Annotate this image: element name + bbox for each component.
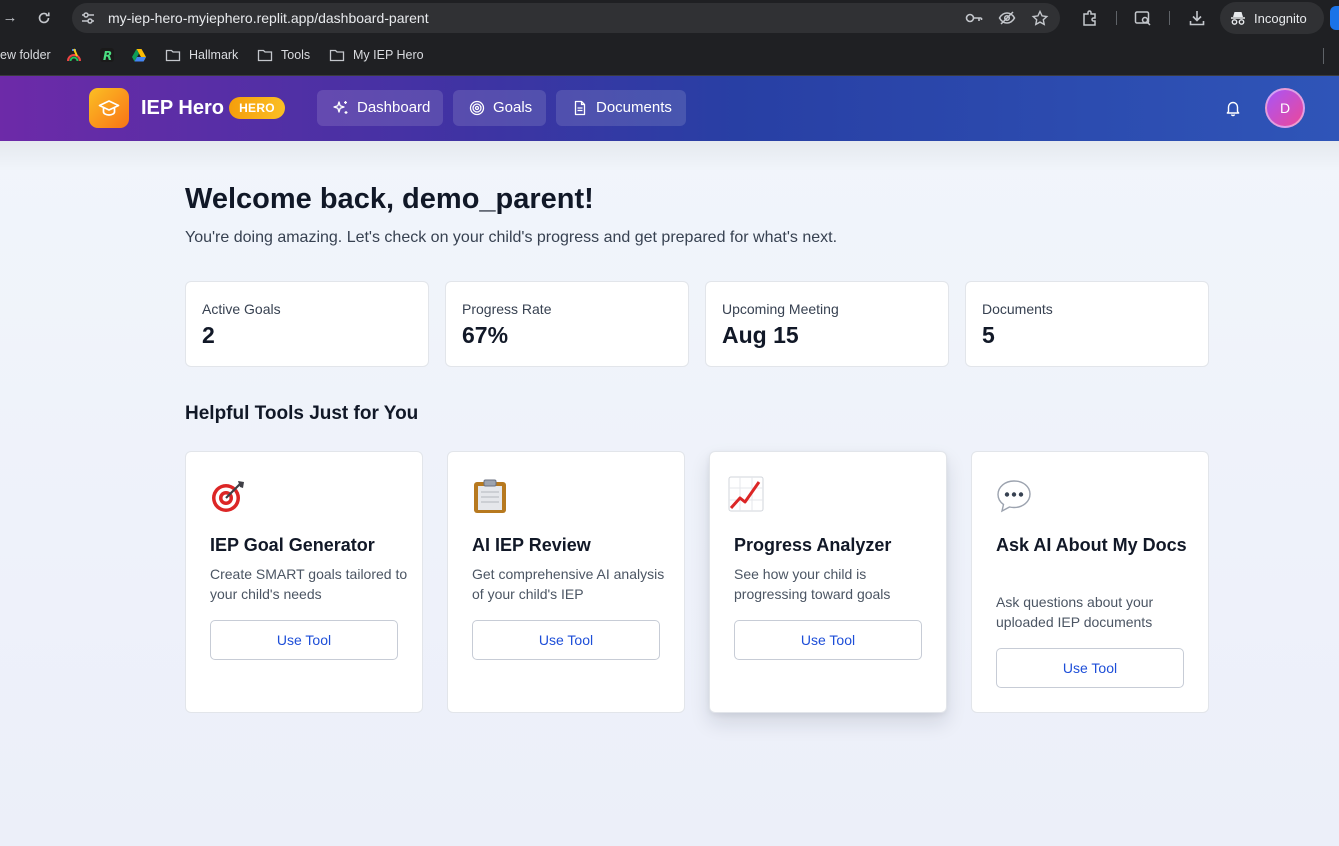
nav-goals-label: Goals [493, 99, 533, 116]
tool-title: Ask AI About My Docs [996, 535, 1187, 555]
document-icon [574, 100, 586, 116]
forward-icon[interactable]: → [0, 8, 20, 28]
stat-label: Upcoming Meeting [722, 301, 839, 317]
toolbar-divider [1116, 11, 1117, 25]
eye-off-icon[interactable] [998, 10, 1016, 26]
r-bookmark-icon[interactable]: R [99, 47, 115, 63]
avatar[interactable]: D [1265, 88, 1305, 128]
tool-title: IEP Goal Generator [210, 535, 375, 555]
incognito-indicator[interactable]: Incognito [1220, 2, 1324, 34]
incognito-icon [1231, 12, 1245, 25]
use-tool-button[interactable]: Use Tool [996, 648, 1184, 688]
tool-card-progress-analyzer: Progress Analyzer See how your child is … [709, 451, 947, 713]
nav-dashboard[interactable]: Dashboard [317, 90, 443, 126]
incognito-label: Incognito [1254, 11, 1307, 26]
speech-bubble-icon [997, 480, 1031, 513]
clipboard-icon [474, 479, 506, 513]
reload-icon[interactable] [34, 8, 54, 28]
target-icon [212, 481, 244, 512]
nav-goals[interactable]: Goals [453, 90, 546, 126]
toolbar-divider [1169, 11, 1170, 25]
tools-section-title: Helpful Tools Just for You [185, 403, 419, 424]
use-tool-button[interactable]: Use Tool [472, 620, 660, 660]
stat-label: Active Goals [202, 301, 281, 317]
app-header: IEP Hero HERO Dashboard Goals Documents … [0, 76, 1339, 141]
folder-icon[interactable] [257, 47, 273, 63]
stat-value: 67% [462, 322, 509, 348]
star-icon[interactable] [1031, 10, 1049, 26]
tool-card-ask-ai: Ask AI About My Docs Ask questions about… [971, 451, 1209, 713]
tool-description: Get comprehensive AI analysis of your ch… [472, 566, 665, 602]
url-text[interactable]: my-iep-hero-myiephero.replit.app/dashboa… [108, 10, 429, 26]
bookmark-new-folder[interactable]: ew folder [0, 48, 51, 62]
browser-toolbar: → my-iep-hero-myiephero.replit.app/dashb… [0, 0, 1339, 36]
page-subtitle: You're doing amazing. Let's check on you… [185, 229, 838, 246]
stat-card-active-goals: Active Goals 2 [185, 281, 429, 367]
rainbow-bookmark-icon[interactable] [66, 47, 82, 63]
main-content: Welcome back, demo_parent! You're doing … [0, 141, 1339, 846]
stat-label: Progress Rate [462, 301, 552, 317]
use-tool-button[interactable]: Use Tool [210, 620, 398, 660]
download-icon[interactable] [1188, 9, 1206, 27]
bookmarks-bar: ew folder R Hallmark Tools My IEP Hero [0, 36, 1339, 76]
bell-icon[interactable] [1224, 99, 1242, 117]
tool-card-iep-review: AI IEP Review Get comprehensive AI analy… [447, 451, 685, 713]
bookmark-tools[interactable]: Tools [281, 48, 310, 62]
stat-card-documents: Documents 5 [965, 281, 1209, 367]
graduation-cap-icon [98, 100, 120, 116]
tool-description: Create SMART goals tailored to your chil… [210, 566, 408, 602]
bookmark-hallmark[interactable]: Hallmark [189, 48, 238, 62]
tool-title: AI IEP Review [472, 535, 591, 555]
sparkles-icon [333, 101, 348, 114]
folder-icon[interactable] [165, 47, 181, 63]
chart-increasing-icon [728, 476, 764, 512]
stat-card-progress-rate: Progress Rate 67% [445, 281, 689, 367]
extensions-icon[interactable] [1081, 9, 1099, 27]
address-bar[interactable]: my-iep-hero-myiephero.replit.app/dashboa… [72, 3, 1060, 33]
stat-label: Documents [982, 301, 1053, 317]
stat-value: 2 [202, 322, 215, 348]
tool-description: See how your child is progressing toward… [734, 566, 891, 602]
nav-documents-label: Documents [596, 99, 672, 116]
nav-dashboard-label: Dashboard [357, 99, 431, 116]
brand-name[interactable]: IEP Hero [141, 97, 224, 120]
use-tool-button[interactable]: Use Tool [734, 620, 922, 660]
tool-description: Ask questions about your uploaded IEP do… [996, 594, 1154, 630]
tool-card-goal-generator: IEP Goal Generator Create SMART goals ta… [185, 451, 423, 713]
tab-search-icon[interactable] [1134, 9, 1152, 27]
nav-documents[interactable]: Documents [556, 90, 686, 126]
header-shadow [0, 141, 1339, 171]
logo[interactable] [89, 88, 129, 128]
stat-value: Aug 15 [722, 322, 799, 348]
tool-title: Progress Analyzer [734, 535, 892, 555]
page-title: Welcome back, demo_parent! [185, 183, 594, 215]
google-drive-icon[interactable] [131, 47, 147, 63]
site-info-icon[interactable] [80, 10, 96, 26]
folder-icon[interactable] [329, 47, 345, 63]
bookmarks-divider [1323, 48, 1324, 64]
stat-card-upcoming-meeting: Upcoming Meeting Aug 15 [705, 281, 949, 367]
bookmark-my-iep-hero[interactable]: My IEP Hero [353, 48, 424, 62]
svg-text:R: R [103, 49, 112, 63]
target-icon [469, 100, 485, 116]
key-icon[interactable] [965, 10, 983, 26]
profile-edge[interactable] [1330, 6, 1339, 30]
hero-badge: HERO [229, 97, 285, 119]
stat-value: 5 [982, 322, 995, 348]
